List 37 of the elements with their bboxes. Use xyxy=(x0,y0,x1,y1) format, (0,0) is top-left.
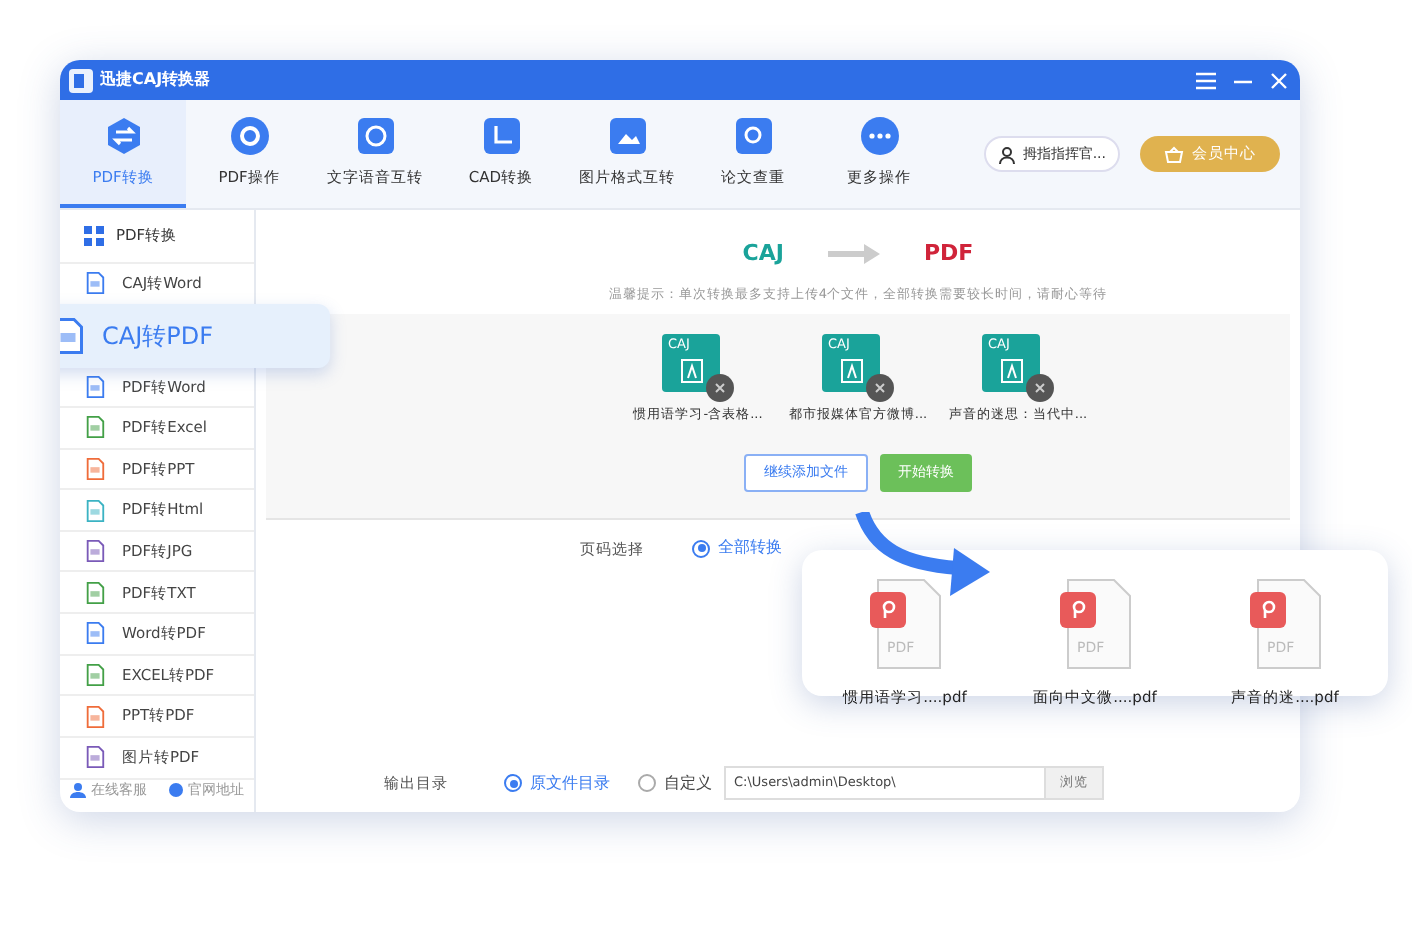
file-type-icon xyxy=(60,317,86,354)
file-type-icon xyxy=(84,746,106,769)
radio-button[interactable] xyxy=(638,774,656,792)
file-type-icon xyxy=(84,416,106,439)
file-type-icon xyxy=(84,499,106,522)
source-format: CAJ xyxy=(742,238,784,270)
radio-label: 原文件目录 xyxy=(530,771,610,795)
remove-icon[interactable] xyxy=(866,374,894,403)
axes-icon xyxy=(481,115,521,156)
more-icon xyxy=(859,115,899,156)
remove-icon[interactable] xyxy=(1026,374,1054,403)
radio-label: 自定义 xyxy=(664,771,712,795)
close-icon[interactable] xyxy=(1270,71,1288,89)
radio-button[interactable] xyxy=(692,539,710,558)
file-type-icon xyxy=(84,272,106,295)
app-logo-icon xyxy=(68,67,94,93)
basket-icon xyxy=(1164,145,1184,163)
remove-icon[interactable] xyxy=(706,374,734,403)
file-type-icon xyxy=(84,375,106,398)
user-icon xyxy=(998,145,1017,163)
image-icon xyxy=(607,115,647,156)
file-type-icon xyxy=(84,705,106,728)
curved-arrow xyxy=(854,512,994,600)
swap-icon xyxy=(103,115,143,156)
grid-icon xyxy=(84,225,104,246)
radio-button[interactable] xyxy=(504,774,522,792)
target-format: PDF xyxy=(923,238,974,270)
window-title: 迅捷CAJ转换器 xyxy=(100,68,211,92)
arrow-icon xyxy=(827,244,880,265)
menu-icon[interactable] xyxy=(1196,71,1216,89)
file-type-icon xyxy=(84,457,106,480)
file-type-icon xyxy=(84,622,106,645)
file-type-icon xyxy=(84,663,106,686)
radio-label: 全部转换 xyxy=(718,536,782,561)
file-type-icon xyxy=(84,540,106,563)
file-type-icon xyxy=(84,581,106,604)
person-icon xyxy=(70,781,87,798)
